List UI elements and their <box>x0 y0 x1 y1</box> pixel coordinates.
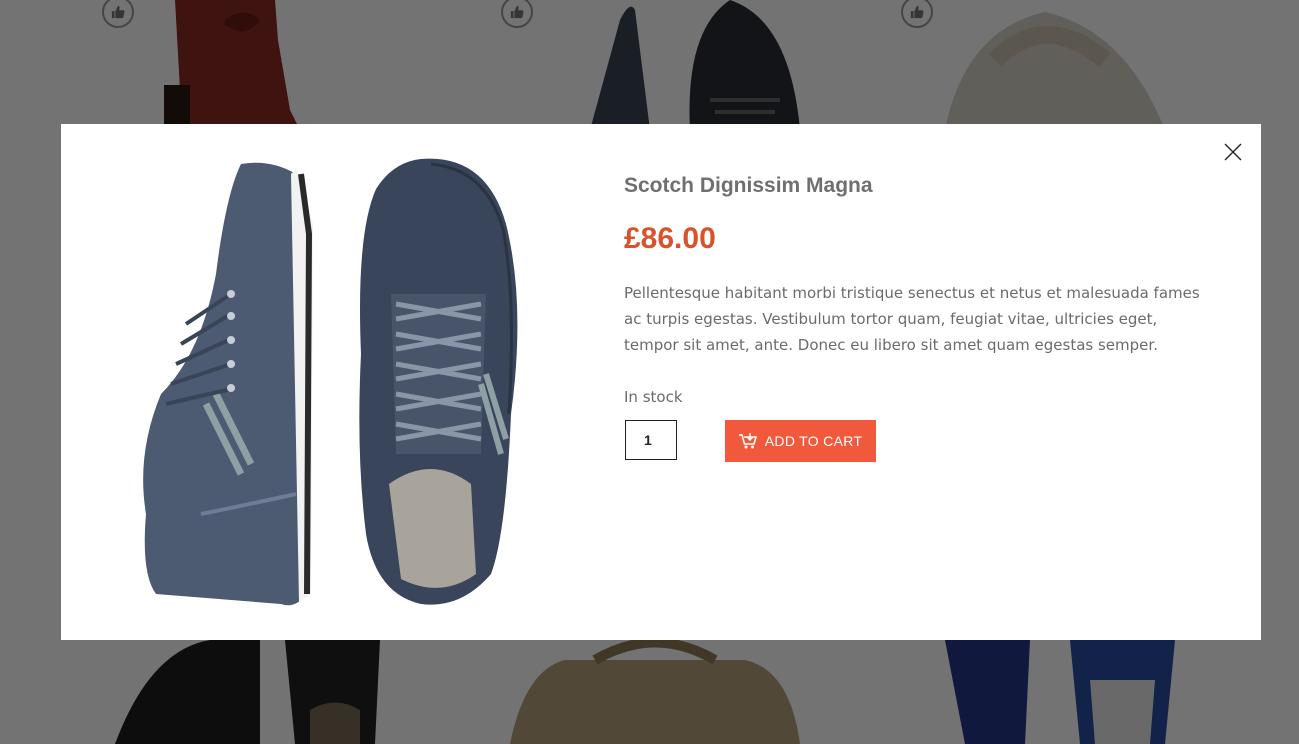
add-to-cart-row: ADD TO CART <box>624 420 1204 462</box>
quick-view-modal: Scotch Dignissim Magna £86.00 Pellentesq… <box>61 124 1261 640</box>
cart-icon <box>738 433 757 449</box>
add-to-cart-button[interactable]: ADD TO CART <box>725 420 876 462</box>
add-to-cart-label: ADD TO CART <box>764 433 863 449</box>
quantity-input[interactable] <box>625 420 677 460</box>
close-button[interactable] <box>1223 142 1243 162</box>
stock-status: In stock <box>624 388 683 406</box>
product-title: Scotch Dignissim Magna <box>624 174 873 197</box>
product-description: Pellentesque habitant morbi tristique se… <box>624 284 1200 354</box>
product-price: £86.00 <box>624 222 716 255</box>
product-image <box>143 158 518 606</box>
product-info: Scotch Dignissim Magna £86.00 Pellentesq… <box>624 174 1204 462</box>
close-icon <box>1224 143 1242 161</box>
